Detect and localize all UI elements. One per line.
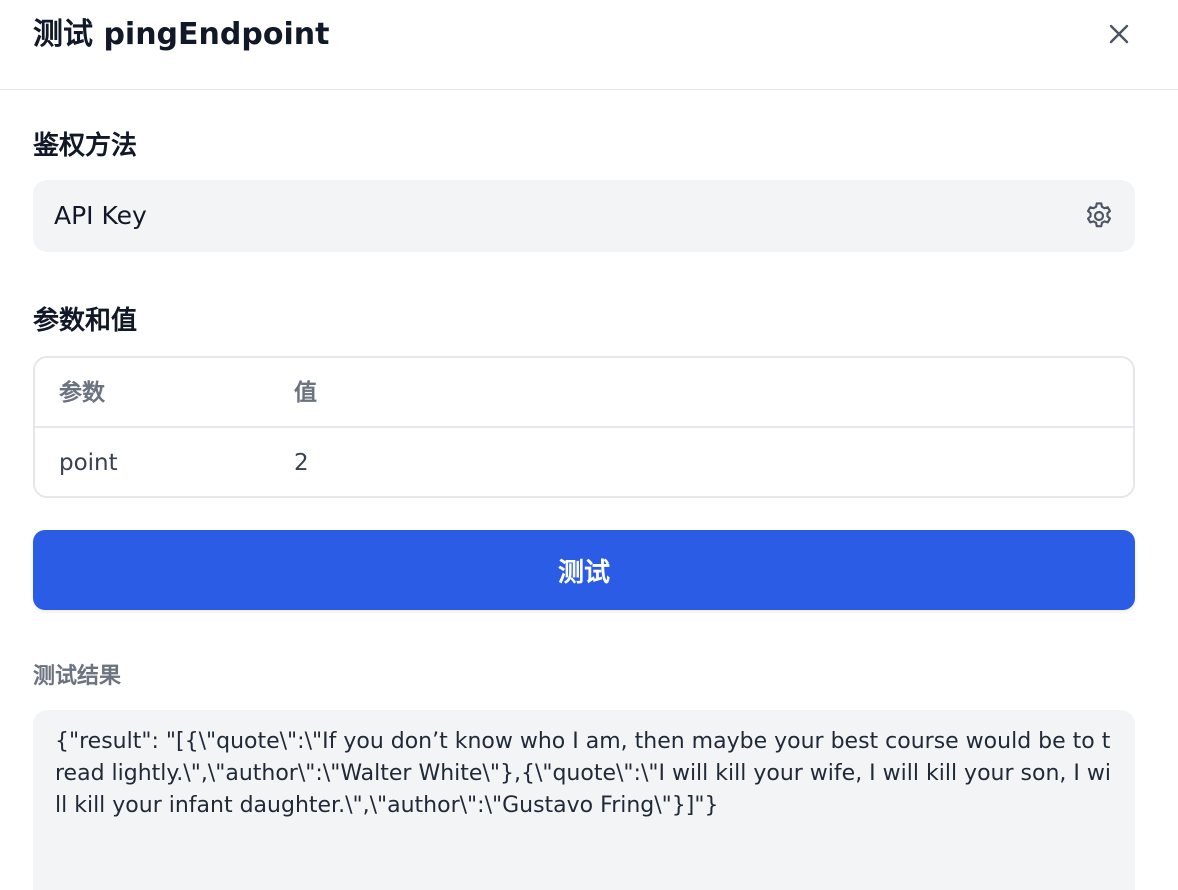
auth-method-select[interactable]: API Key (33, 180, 1135, 252)
auth-method-value: API Key (54, 201, 147, 230)
params-label: 参数和值 (33, 306, 138, 336)
param-name-cell: point (59, 450, 118, 476)
result-output: {"result": "[{\"quote\":\"If you don’t k… (33, 710, 1135, 890)
params-table: 参数 值 point 2 (33, 356, 1135, 498)
column-header-param: 参数 (59, 380, 105, 406)
close-button[interactable] (1101, 16, 1137, 52)
result-label: 测试结果 (33, 664, 122, 689)
column-header-value: 值 (294, 380, 317, 406)
gear-icon[interactable] (1083, 200, 1115, 232)
param-value-cell[interactable]: 2 (294, 428, 309, 496)
table-header-row: 参数 值 (35, 358, 1133, 428)
close-icon (1109, 24, 1129, 44)
dialog-header: 测试 pingEndpoint (0, 0, 1178, 90)
dialog-title: 测试 pingEndpoint (33, 17, 330, 52)
table-row: point 2 (35, 428, 1133, 496)
test-button[interactable]: 测试 (33, 530, 1135, 610)
result-text: {"result": "[{\"quote\":\"If you don’t k… (55, 729, 1111, 818)
auth-method-label: 鉴权方法 (33, 131, 138, 161)
